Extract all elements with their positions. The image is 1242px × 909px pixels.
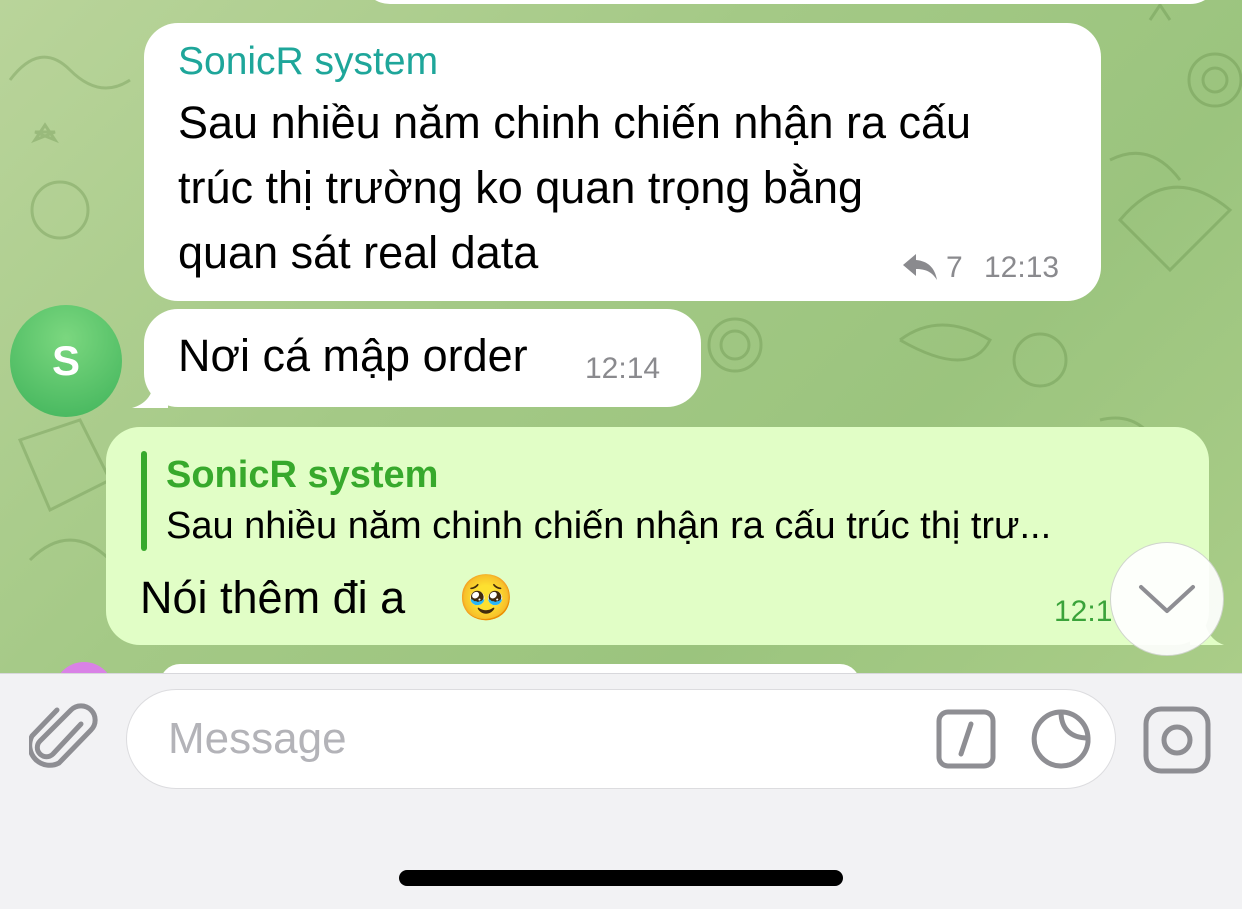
message-text: Nói thêm đi a bbox=[140, 572, 406, 623]
message-text-line: Sau nhiều năm chinh chiến nhận ra cấu bbox=[178, 97, 972, 148]
message-time: 12:14 bbox=[585, 352, 661, 385]
message-text-line: quan sát real data bbox=[178, 227, 539, 278]
message-sender-name[interactable]: SonicR system bbox=[178, 40, 438, 84]
command-slash-icon[interactable] bbox=[934, 707, 998, 771]
emoji: 🥹 bbox=[458, 571, 515, 624]
message-time: 12:1 bbox=[1054, 595, 1113, 628]
next-message-bubble-edge bbox=[160, 664, 860, 673]
chat-background: SonicR system Sau nhiều năm chinh chiến … bbox=[0, 0, 1242, 673]
sticker-icon[interactable] bbox=[1029, 707, 1093, 771]
message-text: Nơi cá mập order bbox=[178, 330, 528, 381]
message-input-placeholder: Message bbox=[168, 714, 347, 763]
chevron-down-icon bbox=[1139, 585, 1195, 613]
reply-quote-text[interactable]: Sau nhiều năm chinh chiến nhận ra cấu tr… bbox=[166, 505, 1051, 548]
message-time: 12:13 bbox=[984, 251, 1060, 284]
paperclip-icon[interactable] bbox=[26, 700, 102, 776]
previous-message-bubble-edge bbox=[360, 0, 1220, 4]
avatar[interactable]: S bbox=[10, 305, 122, 417]
home-indicator bbox=[399, 870, 843, 886]
avatar-letter: S bbox=[51, 337, 80, 384]
message-text-line: trúc thị trường ko quan trọng bằng bbox=[178, 162, 864, 213]
reply-count[interactable]: 7 bbox=[946, 251, 963, 285]
reply-quote-bar bbox=[141, 451, 147, 551]
scroll-to-bottom-button[interactable] bbox=[1110, 542, 1224, 656]
camera-icon[interactable] bbox=[1140, 703, 1214, 777]
reply-arrow-icon bbox=[902, 250, 938, 284]
reply-quote-sender[interactable]: SonicR system bbox=[166, 454, 438, 497]
